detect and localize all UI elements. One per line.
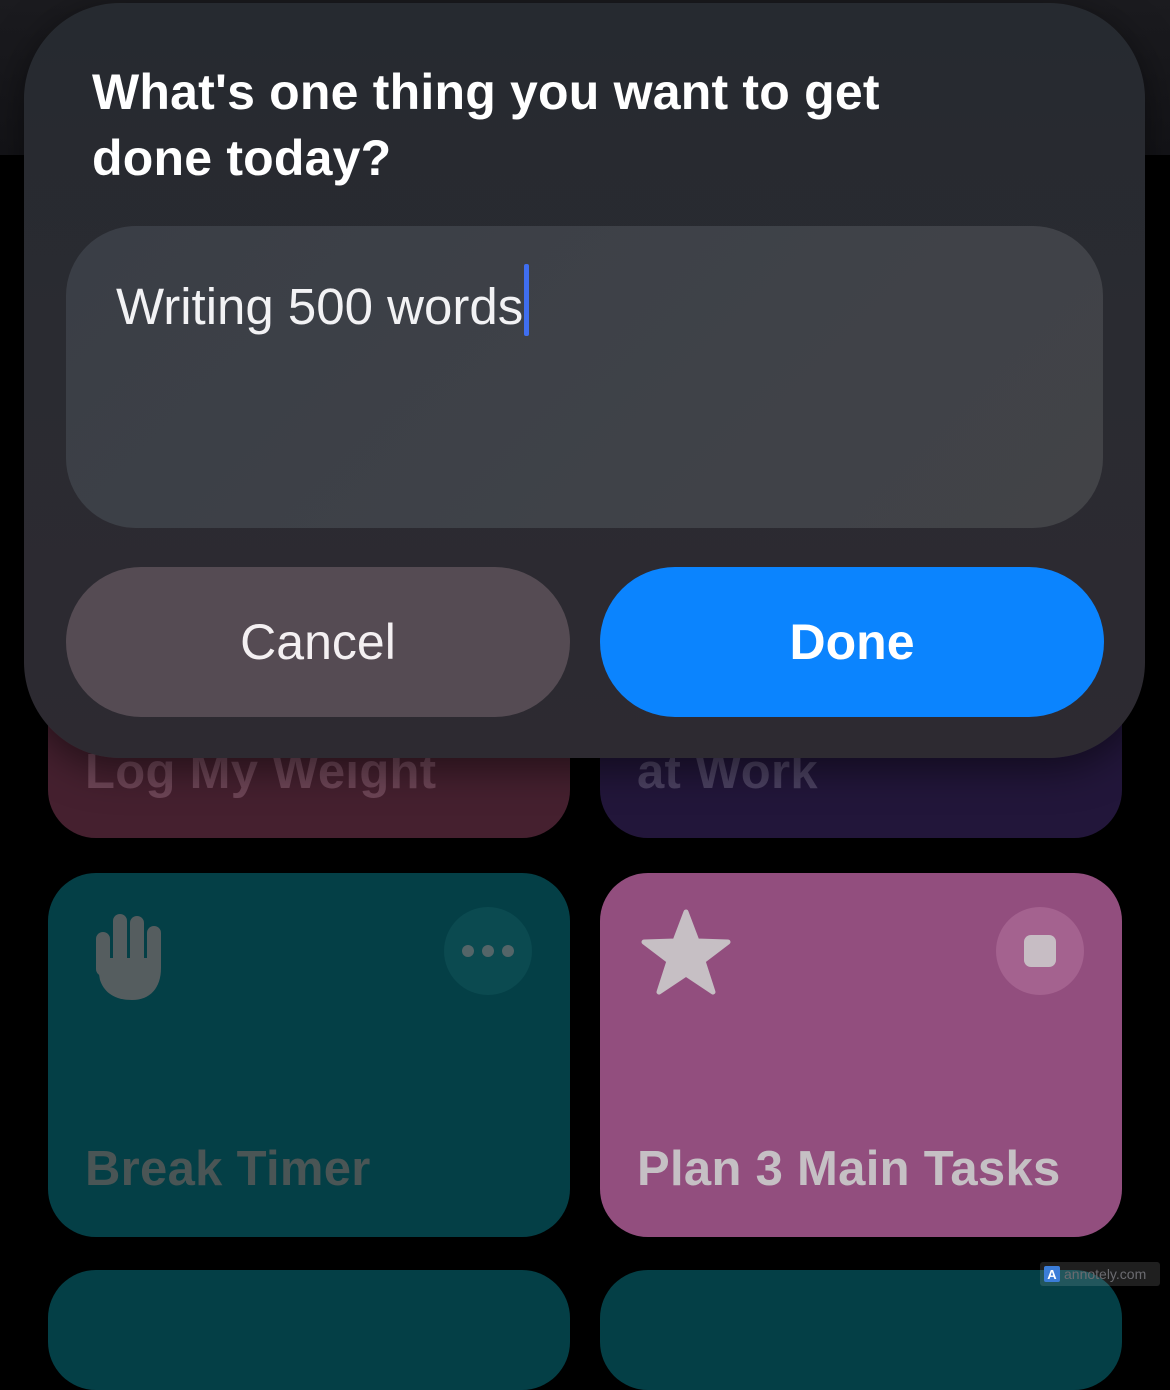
watermark-text: annotely.com	[1064, 1266, 1147, 1282]
text-caret	[524, 264, 530, 336]
stop-icon	[1024, 935, 1056, 967]
text-input[interactable]: Writing 500 words	[66, 226, 1103, 528]
dialog-title: What's one thing you want to get done to…	[92, 64, 880, 186]
input-text: Writing 500 words	[116, 278, 524, 335]
watermark: A annotely.com	[1040, 1262, 1160, 1286]
done-button[interactable]: Done	[600, 567, 1104, 717]
watermark-logo: A	[1044, 1266, 1060, 1282]
input-dialog: What's one thing you want to get done to…	[24, 3, 1145, 758]
shortcut-title: Break Timer	[85, 1142, 371, 1196]
star-icon	[641, 909, 731, 995]
more-icon	[462, 945, 474, 957]
stop-button[interactable]	[996, 907, 1084, 995]
shortcut-tile[interactable]	[600, 1270, 1122, 1390]
text-input-value[interactable]: Writing 500 words	[116, 264, 530, 342]
cancel-button[interactable]: Cancel	[66, 567, 570, 717]
hand-raised-icon	[96, 914, 161, 1000]
more-button[interactable]	[444, 907, 532, 995]
shortcut-title: Plan 3 Main Tasks	[637, 1142, 1061, 1196]
shortcut-tile[interactable]	[48, 1270, 570, 1390]
